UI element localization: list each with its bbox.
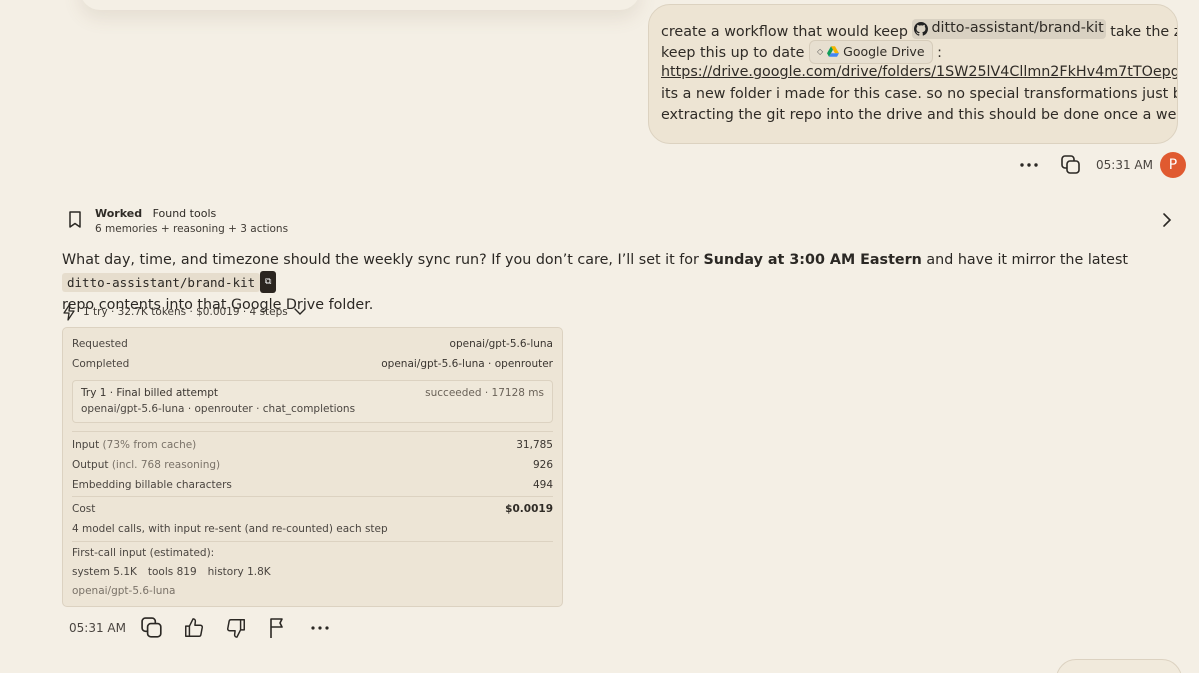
flag-icon [270,618,283,638]
try-title: Try 1 · Final billed attempt [81,387,218,399]
copy-icon [141,617,162,638]
first-call-row: First-call input (estimated): [72,547,553,559]
more-icon [1020,163,1038,167]
user-message-line-2: keep this up to date ◇ Google Drive : [661,39,1167,64]
github-icon [914,22,929,36]
requested-row: Requested openai/gpt-5.6-luna [72,338,553,350]
more-options-button[interactable] [1014,151,1044,179]
thumbs-up-button[interactable] [183,615,205,641]
drive-chip-label: Google Drive [843,43,925,59]
previous-card-shadow [80,0,640,10]
first-call-breakdown: system 5.1K tools 819 history 1.8K [72,566,553,578]
text-segment: : [932,44,942,61]
repo-mention-chip[interactable]: ditto-assistant/brand-kit [912,19,1106,39]
copy-response-button[interactable] [141,615,163,641]
chevron-down-icon [294,308,306,315]
text-segment: take the zip and [1110,24,1177,40]
divider [72,496,553,497]
input-value: 31,785 [516,439,553,451]
embedding-label: Embedding billable characters [72,479,232,491]
thumbs-down-icon [226,619,245,638]
user-message-line-4: its a new folder i made for this case. s… [661,85,1178,102]
floating-action-button[interactable] [1056,659,1182,673]
thumbs-down-button[interactable] [225,615,247,641]
google-drive-chip[interactable]: ◇ Google Drive [808,39,933,64]
chevron-right-icon[interactable] [1162,212,1172,228]
run-stats-text: 1 try · 32.7K tokens · $0.0019 · 4 steps [83,306,288,318]
worked-label: Worked [95,207,143,220]
copy-code-button[interactable]: ⧉ [260,270,277,293]
system-tokens: system 5.1K [72,566,137,578]
drive-folder-link[interactable]: https://drive.google.com/drive/folders/1… [661,64,1177,80]
more-icon [311,626,329,630]
output-note: (incl. 768 reasoning) [111,459,221,471]
thumbs-up-icon [184,618,203,637]
completed-value: openai/gpt-5.6-luna · openrouter [381,358,553,370]
try-status: succeeded · 17128 ms [425,387,544,399]
try-detail: openai/gpt-5.6-luna · openrouter · chat_… [81,403,356,415]
user-message-line-1: create a workflow that would keep ditto-… [661,19,1177,41]
flag-button[interactable] [267,615,289,641]
suggested-schedule: Sunday at 3:00 AM Eastern [703,252,922,268]
cost-row: Cost $0.0019 [72,503,553,515]
assistant-message-actions: 05:31 AM [62,614,351,642]
assistant-timestamp: 05:31 AM [69,621,126,635]
diamond-icon: ◇ [816,46,824,56]
copy-icon [1061,155,1080,174]
found-tools-label: Found tools [152,207,217,220]
try-attempt-box: Try 1 · Final billed attempt succeeded ·… [72,380,553,423]
bookmark-icon [69,211,81,228]
text-segment: create a workflow that would keep [661,24,913,40]
divider [72,431,553,432]
model-footer-row: openai/gpt-5.6-luna [72,585,553,597]
worked-title: Worked Found tools [95,207,216,220]
embedding-value: 494 [532,479,553,491]
completed-label: Completed [72,358,130,370]
repo-chip-label: ditto-assistant/brand-kit [931,20,1104,37]
text-segment: What day, time, and timezone should the … [62,252,704,268]
bolt-icon [63,303,75,321]
model-footer: openai/gpt-5.6-luna [72,585,176,597]
user-message-timestamp: 05:31 AM [1096,158,1153,172]
user-message-actions: 05:31 AM P [1014,151,1186,179]
run-details-panel: Requested openai/gpt-5.6-luna Completed op… [62,327,563,607]
requested-value: openai/gpt-5.6-luna [449,338,553,350]
divider [72,541,553,542]
output-value: 926 [532,459,553,471]
input-note: (73% from cache) [102,439,197,451]
input-row: Input (73% from cache) 31,785 [72,439,553,451]
requested-label: Requested [72,338,128,350]
repo-code-inline: ditto-assistant/brand-kit [62,272,261,292]
google-drive-icon [827,46,840,57]
embedding-row: Embedding billable characters 494 [72,479,553,491]
cost-value: $0.0019 [505,503,553,515]
history-tokens: history 1.8K [207,566,271,578]
text-segment: keep this up to date [661,44,809,61]
user-message-line-3: https://drive.google.com/drive/folders/1… [661,62,1177,84]
worked-summary: 6 memories + reasoning + 3 actions [95,223,289,235]
cost-note-row: 4 model calls, with input re-sent (and r… [72,523,553,535]
input-label: Input [72,439,100,451]
user-avatar[interactable]: P [1159,152,1186,178]
output-label: Output [72,459,109,471]
user-message-bubble: create a workflow that would keep ditto-… [648,4,1178,144]
more-options-button[interactable] [309,615,331,641]
text-segment: and have it mirror the latest [921,252,1129,268]
tools-tokens: tools 819 [147,566,197,578]
completed-row: Completed openai/gpt-5.6-luna · openroute… [72,358,553,370]
first-call-label: First-call input (estimated): [72,547,215,559]
cost-label: Cost [72,503,96,515]
run-stats-toggle[interactable]: 1 try · 32.7K tokens · $0.0019 · 4 steps [62,303,306,321]
cost-note: 4 model calls, with input re-sent (and r… [72,523,388,535]
copy-message-button[interactable] [1058,151,1084,179]
user-message-line-5: extracting the git repo into the drive a… [661,107,1178,123]
worked-summary-row[interactable]: Worked Found tools 6 memories + reasonin… [62,203,1180,239]
output-row: Output (incl. 768 reasoning) 926 [72,459,553,471]
